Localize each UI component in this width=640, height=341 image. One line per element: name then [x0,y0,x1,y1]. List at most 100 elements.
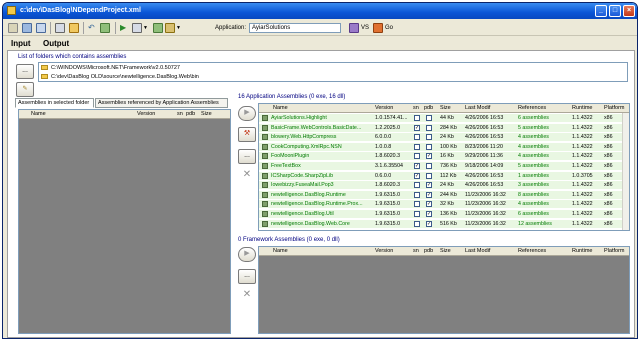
sn-checkbox[interactable] [414,201,420,208]
table-row[interactable]: newtelligence.DasBlog.Runtime.Prox... 1.9… [259,200,629,209]
settings-icon[interactable] [165,23,175,33]
play-icon[interactable]: ▶ [120,23,130,33]
chevron-down-icon[interactable]: ▼ [176,23,186,33]
go-label[interactable]: Go [385,25,393,31]
column-header[interactable]: Name [31,111,46,117]
copy-icon[interactable] [55,23,65,33]
chevron-down-icon[interactable]: ▼ [143,23,153,33]
close-button[interactable]: × [623,5,635,17]
column-header[interactable]: Runtime [572,248,592,254]
table-row[interactable]: BasicFrame.WebControls.BasicDate... 1.2.2… [259,123,629,132]
table-row[interactable]: newtelligence.DasBlog.Runtime 1.9.6315.0 2… [259,190,629,199]
column-header[interactable]: Runtime [572,105,592,111]
sn-checkbox[interactable] [414,211,420,217]
pdb-checkbox[interactable]: ✓ [426,201,432,208]
column-header[interactable]: Size [201,111,212,117]
maximize-button[interactable]: □ [609,5,621,17]
column-header[interactable]: Name [273,105,288,111]
tab-assemblies-referenced[interactable]: Assemblies referenced by Application Ass… [95,98,228,108]
tab-output[interactable]: Output [43,39,69,48]
pdb-checkbox[interactable] [426,124,432,131]
refresh-icon[interactable] [100,23,110,33]
folder-icon[interactable] [69,23,79,33]
sn-checkbox[interactable] [414,220,420,227]
pdb-checkbox[interactable]: ✓ [426,211,432,217]
new-project-icon[interactable] [8,23,18,33]
column-header[interactable]: Name [273,248,288,254]
list-item[interactable]: C:\dev\DasBlog OLD\source\newtelligence.… [41,73,199,82]
minimize-button[interactable]: _ [595,5,607,17]
vs-label[interactable]: VS [361,25,369,31]
sn-checkbox[interactable] [414,143,420,150]
sn-checkbox[interactable] [414,191,420,198]
remove-icon[interactable]: ✕ [238,169,256,184]
browse-assembly-button[interactable]: ... [238,149,256,164]
column-header[interactable]: Platform [604,248,624,254]
assembly-icon [262,201,268,208]
remove-icon[interactable]: ✕ [238,289,256,304]
vs-icon[interactable] [349,23,359,33]
analyze-icon[interactable] [153,23,163,33]
tab-input[interactable]: Input [11,39,31,48]
open-project-icon[interactable] [22,23,32,33]
column-header[interactable]: Last Modif [465,105,490,111]
table-row[interactable]: Iowebizzy.FuseaMail.Pop3 1.8.6020.3 24 Kb 4… [259,181,629,190]
column-header[interactable]: sn [177,111,183,117]
column-header[interactable]: Version [375,105,393,111]
vertical-scrollbar[interactable] [622,113,629,230]
table-row[interactable]: ICSharpCode.SharpZipLib 0.6.0.0 112 Kb 4/26… [259,171,629,180]
column-header[interactable]: References [518,105,546,111]
application-name-input[interactable]: AyiarSolutions [249,23,341,33]
table-row[interactable]: CookComputing.XmlRpc.NSN 1.0.0.8 100 Kb 8/2… [259,142,629,151]
column-header[interactable]: sn [413,248,419,254]
go-icon[interactable] [373,23,383,33]
table-row[interactable]: newtelligence.DasBlog.Web.Core 1.9.6315.0… [259,219,629,228]
sn-checkbox[interactable] [414,134,420,141]
folder-path: C:\dev\DasBlog OLD\source\newtelligence.… [51,74,199,80]
app-icon [7,6,16,15]
table-row[interactable]: FreeTextBox 3.1.6.35504 736 Kb 9/18/2006 14… [259,162,629,170]
pdb-checkbox[interactable] [426,163,432,169]
column-header[interactable]: pdb [186,111,195,117]
pdb-checkbox[interactable] [426,134,432,141]
pdb-checkbox[interactable]: ✓ [426,191,432,198]
pdb-checkbox[interactable] [426,143,432,150]
sn-checkbox[interactable] [414,153,420,160]
column-header[interactable]: Platform [604,105,624,111]
cell-name: BasicFrame.WebControls.BasicDate... [271,124,362,131]
arrow-right-icon[interactable]: ▶ [238,106,256,121]
column-header[interactable]: Size [440,248,451,254]
table-row[interactable]: newtelligence.DasBlog.Util 1.9.6315.0 136 … [259,210,629,218]
column-header[interactable]: Version [137,111,155,117]
browse-framework-button[interactable]: ... [238,269,256,284]
report-icon[interactable] [132,23,142,33]
tools-icon[interactable]: ⚒ [238,127,256,142]
pdb-checkbox[interactable] [426,172,432,179]
sn-checkbox[interactable]: ✓ [414,124,420,131]
remove-folder-button[interactable]: ✎ [16,82,34,97]
pdb-checkbox[interactable]: ✓ [426,220,432,227]
table-row[interactable]: AyiarSolutions.Highlight 1.0.1574.41... 44… [259,114,629,122]
undo-icon[interactable]: ↶ [88,23,98,33]
tab-assemblies-selected-folder[interactable]: Assemblies in selected folder [15,98,94,108]
list-item[interactable]: C:\WINDOWS\Microsoft.NET\Framework\v2.0.… [41,64,180,73]
pdb-checkbox[interactable]: ✓ [426,182,432,189]
column-header[interactable]: pdb [424,105,433,111]
save-icon[interactable] [36,23,46,33]
column-header[interactable]: Version [375,248,393,254]
column-header[interactable]: Last Modif [465,248,490,254]
table-row[interactable]: blowery.Web.HttpCompress 6.0.0.0 24 Kb 4/26… [259,133,629,142]
sn-checkbox[interactable]: ✓ [414,172,420,179]
pdb-checkbox[interactable] [426,115,432,121]
column-header[interactable]: sn [413,105,419,111]
arrow-right-icon[interactable]: ▶ [238,247,256,262]
pdb-checkbox[interactable]: ✓ [426,153,432,160]
column-header[interactable]: References [518,248,546,254]
column-header[interactable]: pdb [424,248,433,254]
table-row[interactable]: FooMooniPlugin 1.8.6020.3 16 Kb 9/29/2006 1… [259,152,629,161]
sn-checkbox[interactable]: ✓ [414,163,420,169]
sn-checkbox[interactable] [414,115,420,121]
browse-folder-button[interactable]: ... [16,64,34,79]
sn-checkbox[interactable] [414,182,420,189]
column-header[interactable]: Size [440,105,451,111]
